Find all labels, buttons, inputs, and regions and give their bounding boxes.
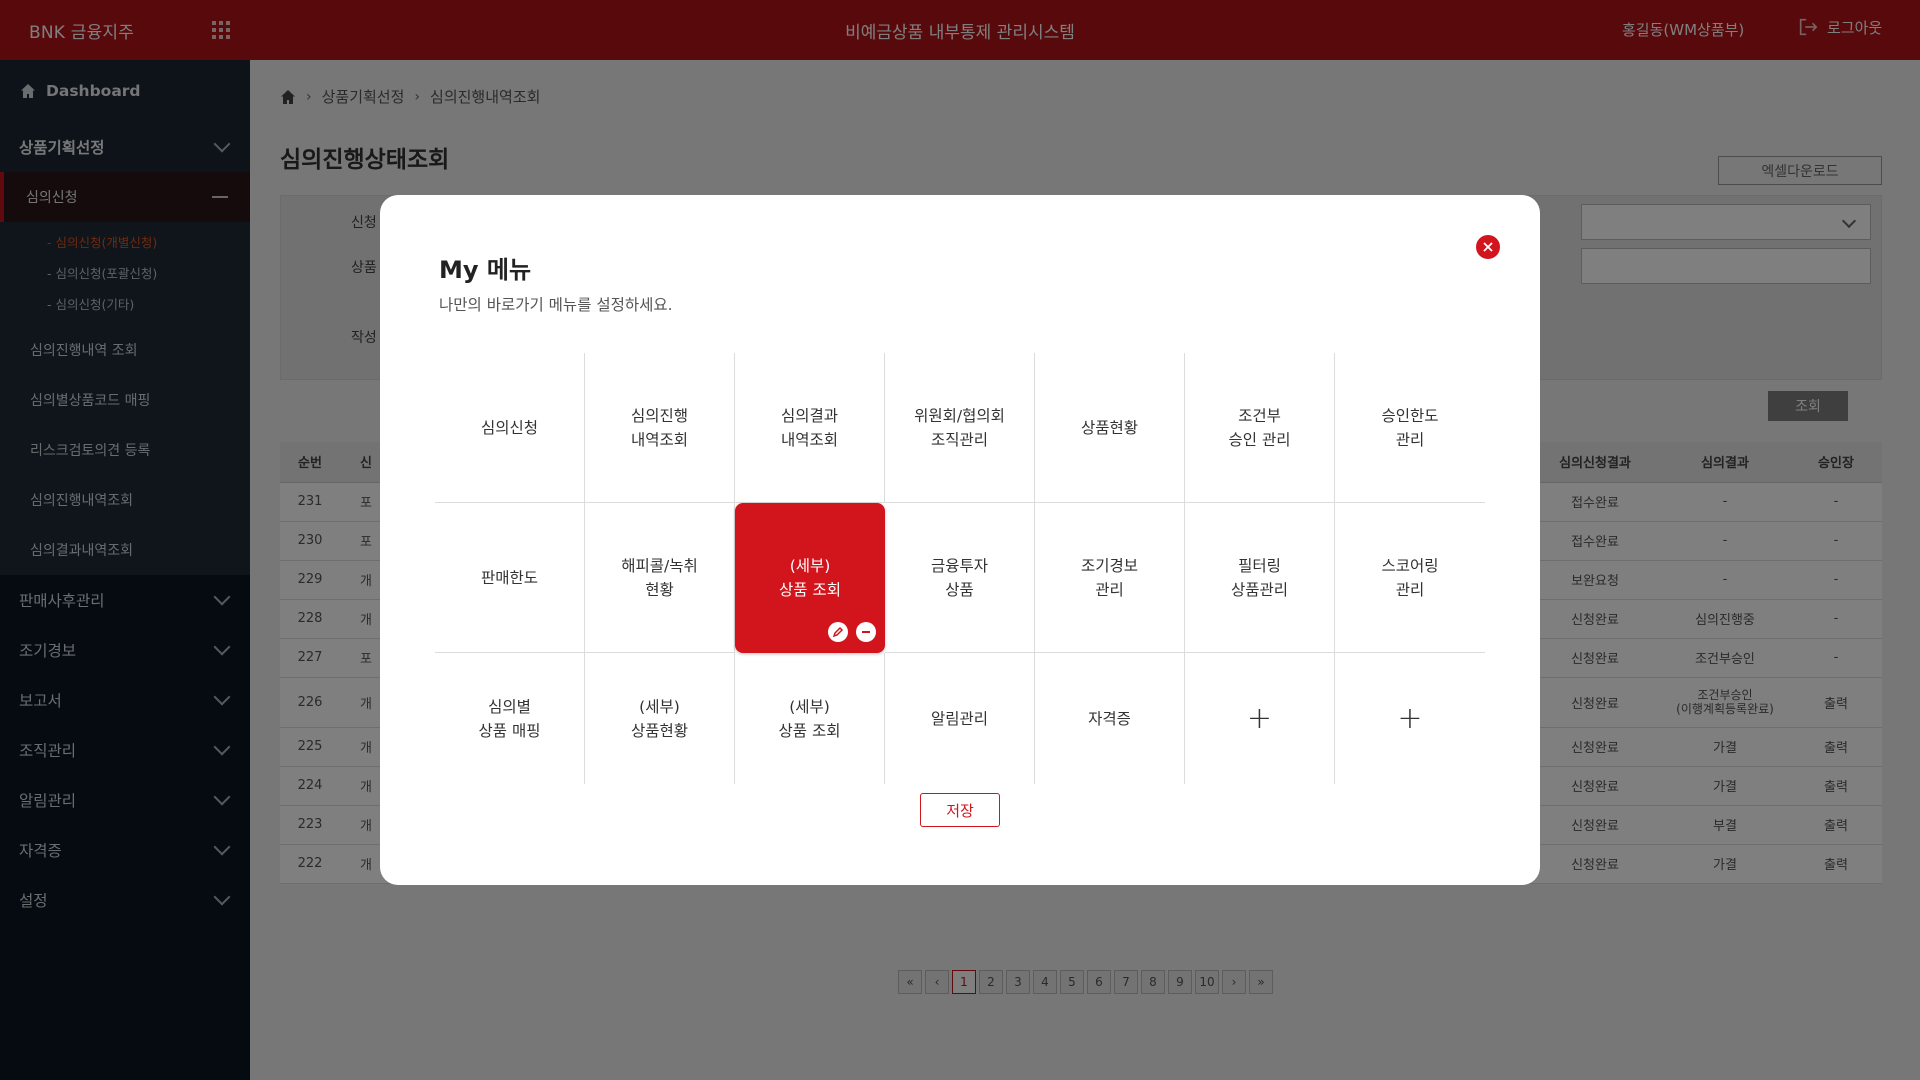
close-button[interactable]: [1476, 235, 1500, 259]
menu-cell[interactable]: 승인한도 관리: [1335, 353, 1485, 503]
menu-cell[interactable]: 위원회/협의회 조직관리: [885, 353, 1035, 503]
menu-cell-label: 승인한도 관리: [1381, 406, 1439, 449]
menu-cell[interactable]: 금융투자 상품: [885, 503, 1035, 653]
menu-cell[interactable]: (세부) 상품 조회: [735, 653, 885, 784]
menu-cell[interactable]: 해피콜/녹취 현황: [585, 503, 735, 653]
menu-cell-label: 심의별 상품 매핑: [478, 697, 541, 740]
close-icon: [1483, 242, 1493, 252]
menu-cell-label: 조건부 승인 관리: [1228, 406, 1291, 449]
add-menu-cell[interactable]: +: [1185, 653, 1335, 784]
menu-cell-label: 알림관리: [930, 709, 989, 728]
menu-cell-label: 조기경보 관리: [1080, 556, 1139, 599]
menu-grid: 심의신청 심의진행 내역조회 심의결과 내역조회 위원회/협의회 조직관리 상품현황 조건…: [435, 353, 1485, 784]
menu-cell[interactable]: 심의별 상품 매핑: [435, 653, 585, 784]
menu-cell[interactable]: 자격증: [1035, 653, 1185, 784]
remove-icon[interactable]: [856, 622, 876, 642]
menu-cell[interactable]: (세부) 상품 조회: [735, 503, 885, 653]
menu-cell[interactable]: 판매한도: [435, 503, 585, 653]
menu-cell[interactable]: 심의신청: [435, 353, 585, 503]
menu-cell-label: 심의신청: [480, 418, 539, 437]
plus-icon: +: [1397, 700, 1423, 736]
menu-cell[interactable]: 심의결과 내역조회: [735, 353, 885, 503]
menu-cell[interactable]: 조기경보 관리: [1035, 503, 1185, 653]
menu-cell[interactable]: 상품현황: [1035, 353, 1185, 503]
menu-cell[interactable]: 스코어링 관리: [1335, 503, 1485, 653]
menu-cell-label: 자격증: [1088, 709, 1131, 728]
menu-cell[interactable]: (세부) 상품현황: [585, 653, 735, 784]
menu-cell[interactable]: 필터링 상품관리: [1185, 503, 1335, 653]
menu-cell-label: 심의진행 내역조회: [630, 406, 689, 449]
my-menu-modal: My 메뉴 나만의 바로가기 메뉴를 설정하세요. 심의신청 심의진행 내역조회 심…: [380, 195, 1540, 885]
menu-cell-label: 금융투자 상품: [930, 556, 989, 599]
menu-cell[interactable]: 심의진행 내역조회: [585, 353, 735, 503]
menu-cell-label: 판매한도: [480, 568, 539, 587]
menu-cell[interactable]: 조건부 승인 관리: [1185, 353, 1335, 503]
menu-cell-label: 필터링 상품관리: [1230, 556, 1289, 599]
menu-cell-label: (세부) 상품현황: [630, 697, 689, 740]
menu-cell-label: (세부) 상품 조회: [778, 697, 841, 740]
modal-subtitle: 나만의 바로가기 메뉴를 설정하세요.: [439, 296, 673, 314]
edit-icon[interactable]: [828, 622, 848, 642]
menu-cell-label: 해피콜/녹취 현황: [621, 556, 698, 599]
menu-cell-label: (세부) 상품 조회: [779, 557, 841, 599]
save-button[interactable]: 저장: [920, 793, 1000, 827]
menu-cell-label: 심의결과 내역조회: [780, 406, 839, 449]
plus-icon: +: [1246, 700, 1273, 736]
add-menu-cell[interactable]: +: [1335, 653, 1485, 784]
menu-cell-label: 상품현황: [1080, 418, 1139, 437]
menu-cell[interactable]: 알림관리: [885, 653, 1035, 784]
modal-title: My 메뉴: [439, 256, 532, 284]
menu-cell-label: 스코어링 관리: [1381, 556, 1439, 599]
menu-cell-label: 위원회/협의회 조직관리: [914, 406, 1005, 449]
